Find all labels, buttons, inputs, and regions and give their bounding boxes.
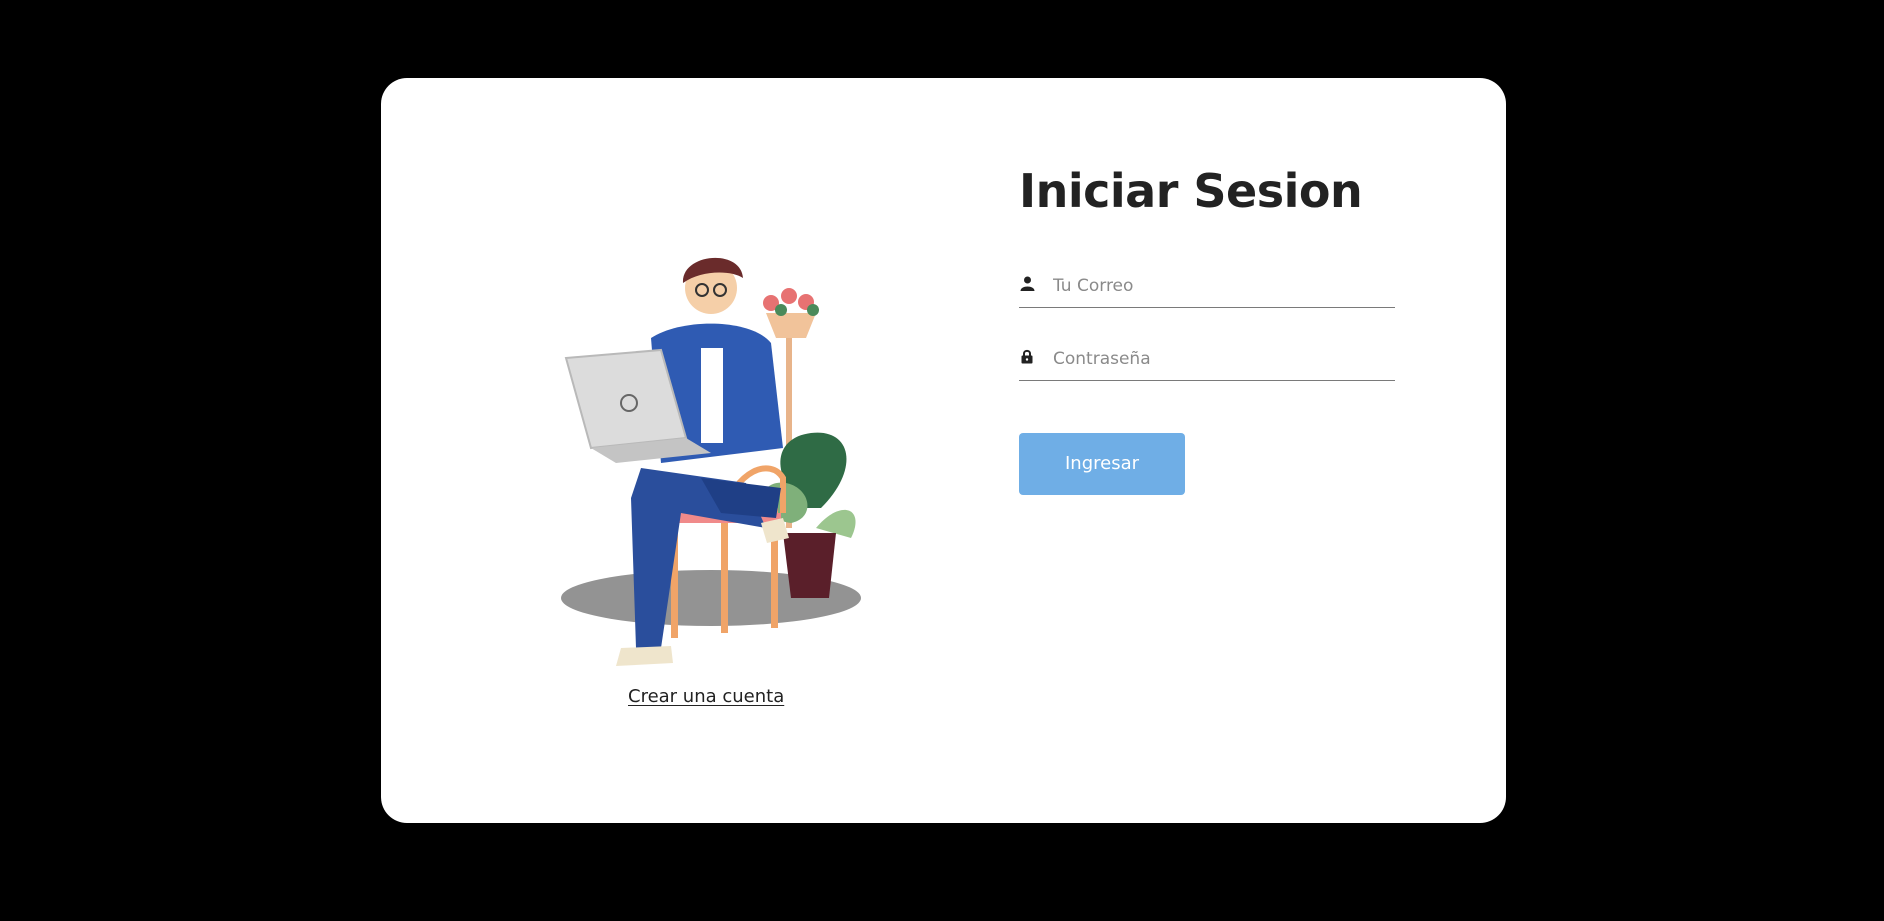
email-field [1019,267,1395,308]
login-card: Crear una cuenta Iniciar Sesion Tu Corre… [381,78,1506,823]
email-input[interactable] [1053,275,1373,296]
page-title: Iniciar Sesion [1019,164,1363,218]
lock-icon [1019,349,1035,365]
create-account-link[interactable]: Crear una cuenta [628,686,784,707]
password-input[interactable] [1053,348,1373,369]
page: Crear una cuenta Iniciar Sesion Tu Corre… [0,0,1884,921]
login-button[interactable]: Ingresar [1019,432,1185,495]
login-form: Iniciar Sesion Tu Correo Ingresar [1019,166,1395,495]
person-with-laptop-illustration [521,178,901,698]
password-field [1019,340,1395,381]
user-icon [1019,276,1035,292]
